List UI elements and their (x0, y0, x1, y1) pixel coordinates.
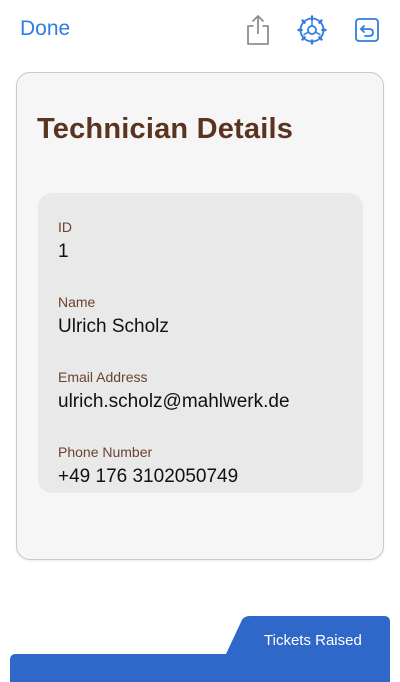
phone-label: Phone Number (58, 444, 153, 460)
phone-field: Phone Number +49 176 3102050749 (58, 444, 238, 488)
details-box: ID 1 Name Ulrich Scholz Email Address ul… (38, 193, 363, 493)
return-icon[interactable] (352, 14, 382, 46)
technician-details-card: Technician Details ID 1 Name Ulrich Scho… (16, 72, 384, 560)
email-value: ulrich.scholz@mahlwerk.de (58, 391, 290, 412)
email-label: Email Address (58, 369, 148, 385)
name-label: Name (58, 294, 96, 310)
card-title: Technician Details (37, 113, 294, 145)
id-value: 1 (58, 241, 69, 262)
phone-value: +49 176 3102050749 (58, 466, 239, 487)
id-label: ID (58, 219, 72, 235)
name-value: Ulrich Scholz (58, 316, 169, 337)
name-field: Name Ulrich Scholz (58, 294, 169, 338)
email-field: Email Address ulrich.scholz@mahlwerk.de (58, 369, 290, 413)
done-button[interactable]: Done (20, 17, 70, 41)
top-toolbar: Done (0, 0, 400, 60)
gear-icon[interactable] (297, 14, 327, 46)
id-field: ID 1 (58, 219, 72, 263)
tickets-raised-tab-label[interactable]: Tickets Raised (264, 632, 362, 649)
share-icon[interactable] (243, 14, 273, 46)
